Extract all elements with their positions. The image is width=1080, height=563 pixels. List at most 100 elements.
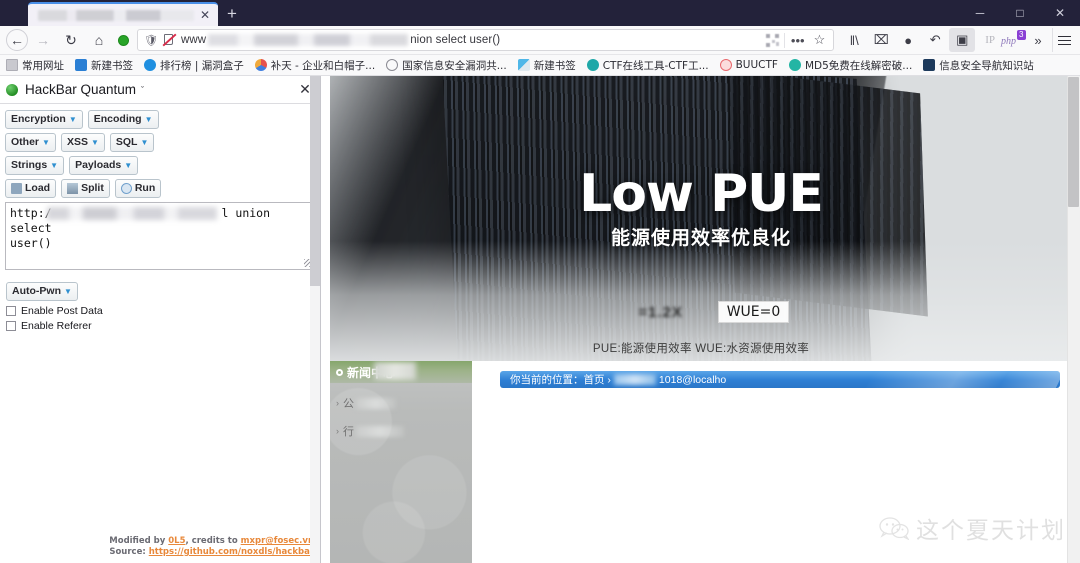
bookmark-item[interactable]: 信息安全导航知识站 bbox=[923, 58, 1034, 73]
overflow-chevron-icon[interactable]: » bbox=[1028, 33, 1048, 48]
chevron-down-icon: ▼ bbox=[50, 161, 59, 170]
sidebar-scroll-thumb[interactable] bbox=[310, 76, 320, 286]
hackbar-action-row: Load Split Run bbox=[5, 179, 315, 198]
shield-icon[interactable]: 🛡 bbox=[144, 34, 158, 47]
page-actions-icon[interactable]: ••• bbox=[783, 32, 811, 48]
auto-pwn-row: Auto-Pwn ▼ bbox=[6, 282, 314, 301]
payloads-menu-button[interactable]: Payloads ▼ bbox=[69, 156, 139, 175]
load-icon bbox=[11, 183, 22, 194]
insecure-lock-icon[interactable] bbox=[162, 33, 177, 47]
pocket-icon[interactable]: ● bbox=[895, 28, 921, 52]
watermark: 这个夏天计划 bbox=[879, 511, 1066, 545]
php-extension-icon[interactable]: php 3 bbox=[1001, 30, 1026, 50]
bookmark-item[interactable]: 国家信息安全漏洞共... bbox=[386, 58, 507, 73]
bookmark-star-icon[interactable]: ☆ bbox=[811, 32, 830, 48]
footer-line-2: Source: https://github.com/noxdls/hackba… bbox=[0, 547, 314, 558]
menu-icon[interactable] bbox=[1052, 28, 1076, 52]
screenshot-icon[interactable]: ⌧ bbox=[868, 28, 894, 52]
url-suffix: nion select user() bbox=[410, 34, 501, 46]
php-badge-count: 3 bbox=[1016, 30, 1026, 40]
request-textarea[interactable]: http:/l union select user() bbox=[5, 202, 315, 270]
menu-label: Strings bbox=[11, 159, 48, 171]
menu-label: SQL bbox=[115, 136, 138, 148]
chevron-down-icon[interactable]: ˇ bbox=[141, 85, 144, 95]
title-bar: ✕ + ─ □ ✕ bbox=[0, 0, 1080, 26]
side-nav-item[interactable]: › 行 bbox=[336, 423, 472, 439]
hackbar-sidebar: HackBar Quantum ˇ ✕ Encryption ▼ Encodin… bbox=[0, 76, 321, 563]
menu-label: Other bbox=[11, 136, 40, 148]
side-nav-heading: 新闻中心 bbox=[330, 361, 472, 383]
breadcrumb-prefix: 你当前的位置：首页 › bbox=[510, 374, 611, 386]
navigation-toolbar: ← → ↻ ⌂ 🛡 www nion select user() ••• ☆ ‖… bbox=[0, 26, 1080, 55]
other-menu-button[interactable]: Other ▼ bbox=[5, 133, 56, 152]
maximize-button[interactable]: □ bbox=[1000, 0, 1040, 26]
side-nav-heading-redacted bbox=[374, 362, 416, 380]
back-button[interactable]: ← bbox=[6, 29, 28, 51]
side-nav-item-label: 公 bbox=[343, 398, 354, 410]
chevron-down-icon: ▼ bbox=[144, 115, 153, 124]
encryption-menu-button[interactable]: Encryption ▼ bbox=[5, 110, 83, 129]
circle-blue-icon bbox=[144, 59, 156, 71]
author-link[interactable]: 0L5 bbox=[168, 536, 185, 546]
bookmark-item[interactable]: 补天 - 企业和白帽子... bbox=[254, 58, 376, 73]
chevron-right-icon: › bbox=[336, 426, 339, 436]
page-scrollbar[interactable] bbox=[1067, 76, 1080, 563]
sidebar-scrollbar[interactable] bbox=[310, 76, 320, 563]
split-button[interactable]: Split bbox=[61, 179, 110, 198]
library-icon[interactable]: ‖\ bbox=[841, 28, 867, 52]
page-scroll-thumb[interactable] bbox=[1068, 77, 1079, 207]
strings-menu-button[interactable]: Strings ▼ bbox=[5, 156, 65, 175]
request-prefix: http:/ bbox=[10, 206, 52, 220]
menu-label: Payloads bbox=[75, 159, 122, 171]
navsite-icon bbox=[923, 59, 936, 71]
bookmark-item[interactable]: 新建书签 bbox=[75, 58, 133, 73]
pue-metric-value: =1.2X bbox=[638, 303, 684, 321]
home-button[interactable]: ⌂ bbox=[86, 28, 112, 52]
ip-extension-label[interactable]: IP bbox=[985, 34, 995, 46]
encoding-menu-button[interactable]: Encoding ▼ bbox=[87, 110, 159, 129]
reader-view-icon[interactable]: ▣ bbox=[949, 28, 976, 52]
credits-link[interactable]: mxpr@fosec.vn bbox=[241, 536, 314, 546]
close-button[interactable]: ✕ bbox=[1040, 0, 1080, 26]
bookmark-label: 排行榜 | 漏洞盒子 bbox=[160, 59, 244, 72]
tab-close-icon[interactable]: ✕ bbox=[198, 8, 212, 22]
footer-text: Source: bbox=[109, 547, 149, 557]
menu-label: Encryption bbox=[11, 113, 66, 125]
bookmark-label: 补天 - 企业和白帽子... bbox=[270, 59, 376, 72]
enable-referer-checkbox[interactable]: Enable Referer bbox=[6, 320, 314, 332]
bookmark-item[interactable]: CTF在线工具-CTF工... bbox=[586, 58, 709, 73]
run-button[interactable]: Run bbox=[114, 179, 162, 198]
bookmark-item[interactable]: 常用网址 bbox=[6, 58, 64, 73]
run-icon bbox=[120, 183, 132, 194]
hero-metrics: =1.2X WUE=0 bbox=[330, 301, 1072, 323]
chevron-down-icon: ▼ bbox=[64, 287, 72, 296]
auto-pwn-button[interactable]: Auto-Pwn ▼ bbox=[6, 282, 78, 301]
bookmark-item[interactable]: 新建书签 bbox=[517, 58, 576, 73]
hero-banner: Low PUE 能源使用效率优良化 =1.2X WUE=0 PUE:能源使用效率… bbox=[330, 76, 1072, 361]
split-label: Split bbox=[81, 182, 104, 194]
undo-icon[interactable]: ↶ bbox=[922, 28, 948, 52]
address-bar[interactable]: 🛡 www nion select user() ••• ☆ bbox=[137, 29, 835, 51]
bookmark-item[interactable]: 排行榜 | 漏洞盒子 bbox=[144, 58, 244, 73]
reload-button[interactable]: ↻ bbox=[58, 28, 84, 52]
xss-menu-button[interactable]: XSS ▼ bbox=[60, 133, 105, 152]
enable-post-data-checkbox[interactable]: Enable Post Data bbox=[6, 305, 314, 317]
sql-menu-button[interactable]: SQL ▼ bbox=[109, 133, 155, 152]
run-label: Run bbox=[134, 182, 156, 194]
footer-text: Modified by bbox=[109, 536, 169, 546]
new-tab-button[interactable]: + bbox=[218, 2, 246, 26]
url-prefix: www bbox=[180, 34, 207, 46]
footer-line-1: Modified by 0L5, credits to mxpr@fosec.v… bbox=[0, 536, 314, 547]
side-nav-item[interactable]: › 公 bbox=[336, 395, 472, 411]
bookmark-item[interactable]: MD5免费在线解密破... bbox=[788, 58, 912, 73]
minimize-button[interactable]: ─ bbox=[960, 0, 1000, 26]
chevron-down-icon: ▼ bbox=[124, 161, 133, 170]
load-button[interactable]: Load bbox=[5, 179, 57, 198]
forward-button[interactable]: → bbox=[30, 28, 56, 52]
browser-tab[interactable]: ✕ bbox=[28, 2, 218, 26]
bookmark-item[interactable]: BUUCTF bbox=[719, 59, 778, 71]
qr-code-icon[interactable] bbox=[765, 33, 779, 47]
source-link[interactable]: https://github.com/noxdls/hackbar bbox=[149, 547, 314, 557]
page-body: 新闻中心 › 公 › 行 你当前的位置：首页 › 1018@localho 这个… bbox=[322, 361, 1080, 563]
browser-window: ✕ + ─ □ ✕ ← → ↻ ⌂ 🛡 www nion select user… bbox=[0, 0, 1080, 563]
